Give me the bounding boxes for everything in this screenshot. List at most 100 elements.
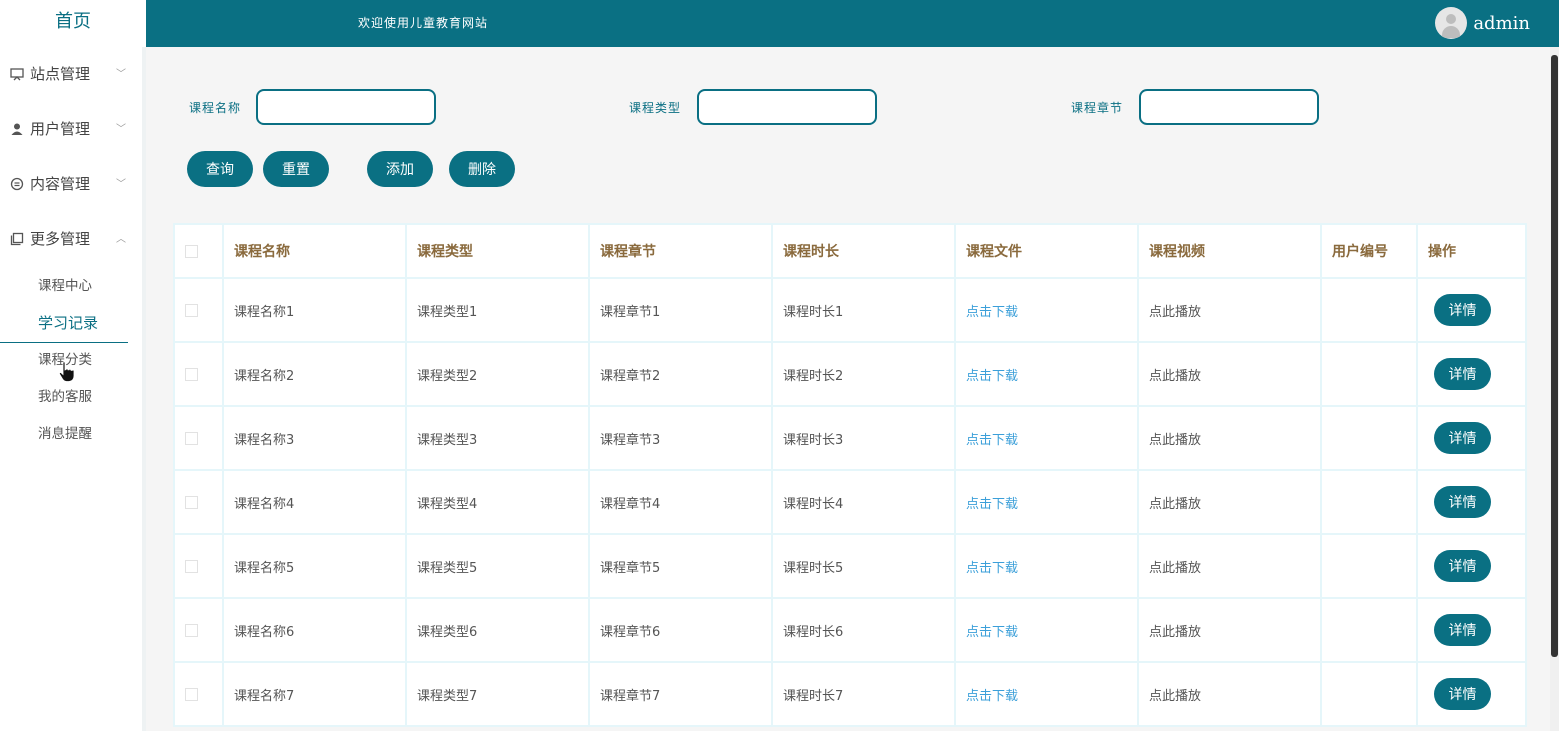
play-link[interactable]: 点此播放 xyxy=(1149,689,1201,704)
cell-user-number-cell xyxy=(1320,277,1418,343)
action-cell: 详情 xyxy=(1416,597,1527,663)
row-checkbox[interactable] xyxy=(185,367,198,381)
play-link-cell: 点此播放 xyxy=(1137,341,1322,407)
menu-site-management[interactable]: 站点管理 ﹀ xyxy=(0,47,146,102)
username[interactable]: admin xyxy=(1473,0,1530,47)
chevron-down-icon: ﹀ xyxy=(116,179,126,190)
chevron-up-icon: ︿ xyxy=(116,234,126,245)
welcome-text: 欢迎使用儿童教育网站 xyxy=(358,16,489,30)
play-link-cell: 点此播放 xyxy=(1137,597,1322,663)
cell-course-duration-cell: 课程时长4 xyxy=(771,469,956,535)
cell-course-chapter-cell: 课程章节3 xyxy=(588,405,773,471)
sub-item-notifications[interactable]: 消息提醒 xyxy=(0,417,146,454)
cell-course-type: 课程类型7 xyxy=(417,688,478,704)
select-all-checkbox[interactable] xyxy=(185,244,198,258)
action-cell: 详情 xyxy=(1416,277,1527,343)
cell-course-type-cell: 课程类型3 xyxy=(405,405,590,471)
detail-button[interactable]: 详情 xyxy=(1434,678,1491,710)
play-link[interactable]: 点此播放 xyxy=(1149,433,1201,448)
avatar-head xyxy=(1446,14,1456,24)
play-link[interactable]: 点此播放 xyxy=(1149,497,1201,512)
play-link-cell: 点此播放 xyxy=(1137,405,1322,471)
reset-button[interactable]: 重置 xyxy=(263,151,329,187)
course-type-input[interactable] xyxy=(697,89,877,125)
chevron-down-icon: ﹀ xyxy=(116,124,126,135)
download-link[interactable]: 点击下载 xyxy=(966,433,1018,448)
user-icon xyxy=(10,104,24,135)
row-checkbox-cell[interactable] xyxy=(173,277,224,343)
cell-course-name: 课程名称4 xyxy=(234,496,295,512)
cell-course-name-cell: 课程名称2 xyxy=(222,341,407,407)
sub-item-course-center[interactable]: 课程中心 xyxy=(0,269,146,306)
download-link-cell: 点击下载 xyxy=(954,277,1139,343)
sub-item-customer-service[interactable]: 我的客服 xyxy=(0,380,146,417)
home-link[interactable]: 首页 xyxy=(0,0,146,47)
cell-course-chapter: 课程章节5 xyxy=(600,560,661,576)
detail-button[interactable]: 详情 xyxy=(1434,358,1491,390)
row-checkbox[interactable] xyxy=(185,623,198,637)
select-all-cell[interactable] xyxy=(173,223,224,279)
detail-button[interactable]: 详情 xyxy=(1434,422,1491,454)
row-checkbox-cell[interactable] xyxy=(173,661,224,727)
play-link[interactable]: 点此播放 xyxy=(1149,369,1201,384)
avatar[interactable] xyxy=(1435,7,1467,39)
query-button[interactable]: 查询 xyxy=(187,151,253,187)
cell-user-number-cell xyxy=(1320,533,1418,599)
delete-button[interactable]: 删除 xyxy=(449,151,515,187)
play-link[interactable]: 点此播放 xyxy=(1149,561,1201,576)
cell-user-number-cell xyxy=(1320,469,1418,535)
message-icon xyxy=(10,159,24,191)
row-checkbox[interactable] xyxy=(185,687,198,701)
menu-label: 更多管理 xyxy=(30,230,91,248)
download-link[interactable]: 点击下载 xyxy=(966,561,1018,576)
download-link[interactable]: 点击下载 xyxy=(966,497,1018,512)
cell-course-chapter: 课程章节4 xyxy=(600,496,661,512)
play-link[interactable]: 点此播放 xyxy=(1149,305,1201,320)
scrollbar-thumb[interactable] xyxy=(1551,55,1558,657)
row-checkbox-cell[interactable] xyxy=(173,341,224,407)
download-link-cell: 点击下载 xyxy=(954,405,1139,471)
cell-course-duration-cell: 课程时长2 xyxy=(771,341,956,407)
column-header: 课程名称 xyxy=(222,223,407,279)
play-link[interactable]: 点此播放 xyxy=(1149,625,1201,640)
detail-button[interactable]: 详情 xyxy=(1434,614,1491,646)
cell-course-type-cell: 课程类型5 xyxy=(405,533,590,599)
detail-button[interactable]: 详情 xyxy=(1434,486,1491,518)
row-checkbox-cell[interactable] xyxy=(173,597,224,663)
download-link[interactable]: 点击下载 xyxy=(966,625,1018,640)
row-checkbox-cell[interactable] xyxy=(173,405,224,471)
cell-course-type: 课程类型6 xyxy=(417,624,478,640)
page-scrollbar[interactable] xyxy=(1550,47,1559,731)
cell-user-number-cell xyxy=(1320,341,1418,407)
download-link-cell: 点击下载 xyxy=(954,661,1139,727)
cell-course-chapter-cell: 课程章节4 xyxy=(588,469,773,535)
sub-item-study-records[interactable]: 学习记录 xyxy=(0,306,128,343)
course-name-input[interactable] xyxy=(256,89,436,125)
detail-button[interactable]: 详情 xyxy=(1434,550,1491,582)
row-checkbox-cell[interactable] xyxy=(173,533,224,599)
course-chapter-input[interactable] xyxy=(1139,89,1319,125)
row-checkbox[interactable] xyxy=(185,303,198,317)
row-checkbox-cell[interactable] xyxy=(173,469,224,535)
column-header: 用户编号 xyxy=(1320,223,1418,279)
download-link[interactable]: 点击下载 xyxy=(966,369,1018,384)
menu-content-management[interactable]: 内容管理 ﹀ xyxy=(0,157,146,212)
cell-course-duration-cell: 课程时长3 xyxy=(771,405,956,471)
cell-course-name-cell: 课程名称1 xyxy=(222,277,407,343)
column-header: 课程文件 xyxy=(954,223,1139,279)
row-checkbox[interactable] xyxy=(185,495,198,509)
row-checkbox[interactable] xyxy=(185,431,198,445)
row-checkbox[interactable] xyxy=(185,559,198,573)
play-link-cell: 点此播放 xyxy=(1137,533,1322,599)
menu-more-management[interactable]: 更多管理 ︿ xyxy=(0,212,146,267)
download-link[interactable]: 点击下载 xyxy=(966,689,1018,704)
top-header: 欢迎使用儿童教育网站 admin xyxy=(146,0,1559,47)
cell-course-chapter-cell: 课程章节2 xyxy=(588,341,773,407)
cell-course-duration: 课程时长1 xyxy=(783,304,844,320)
detail-button[interactable]: 详情 xyxy=(1434,294,1491,326)
cell-course-type: 课程类型5 xyxy=(417,560,478,576)
menu-user-management[interactable]: 用户管理 ﹀ xyxy=(0,102,146,157)
download-link[interactable]: 点击下载 xyxy=(966,305,1018,320)
add-button[interactable]: 添加 xyxy=(367,151,433,187)
cell-course-chapter: 课程章节1 xyxy=(600,304,661,320)
